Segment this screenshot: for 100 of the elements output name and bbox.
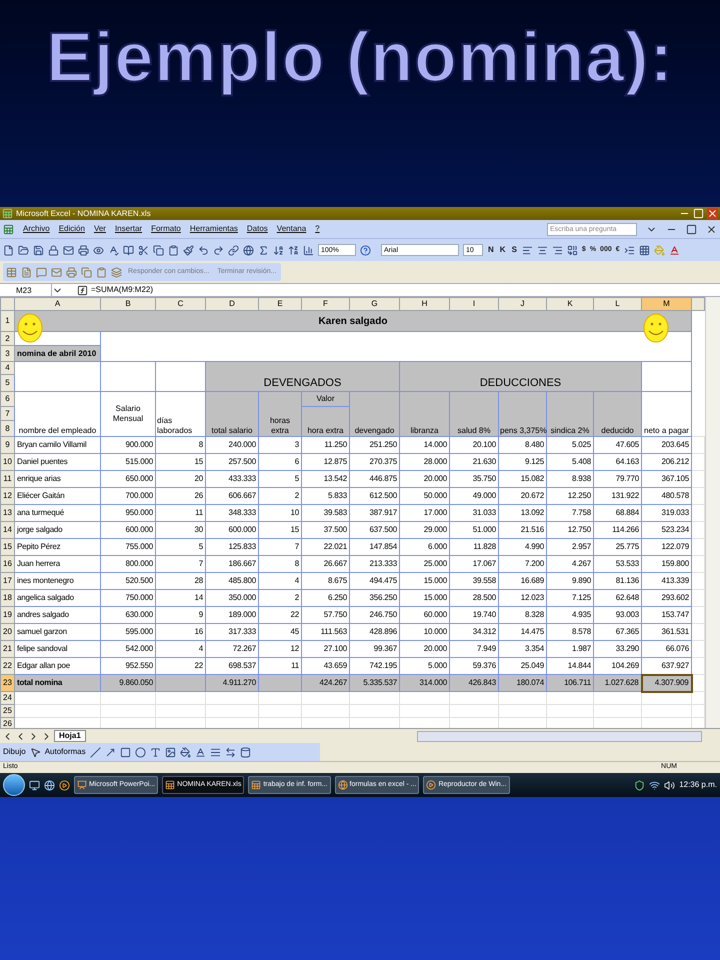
copy-icon[interactable] xyxy=(153,244,164,256)
start-button[interactable] xyxy=(3,774,25,796)
close-icon[interactable] xyxy=(707,208,718,219)
close-icon[interactable] xyxy=(706,224,717,234)
horizontal-scrollbar[interactable] xyxy=(417,730,702,742)
column-header[interactable]: J xyxy=(498,298,546,310)
menu-item[interactable]: Ventana xyxy=(276,223,306,235)
table-cell: 20.672 xyxy=(498,488,546,504)
align-right-icon[interactable] xyxy=(552,244,563,256)
undo-icon[interactable] xyxy=(198,244,209,256)
save-icon[interactable] xyxy=(33,244,44,256)
book-icon[interactable] xyxy=(123,244,134,256)
restore-icon[interactable] xyxy=(686,224,697,234)
redo-icon[interactable] xyxy=(213,244,224,256)
format-button[interactable]: N xyxy=(487,244,495,256)
column-header[interactable]: A xyxy=(14,298,100,310)
column-header[interactable]: F xyxy=(302,298,350,310)
table-cell: enrique arias xyxy=(14,470,100,488)
sort-ascending-icon[interactable] xyxy=(273,244,284,256)
menu-item[interactable]: Formato xyxy=(151,223,181,235)
table-cell: 15.000 xyxy=(400,590,450,606)
layers-icon[interactable] xyxy=(111,266,122,278)
column-header[interactable]: E xyxy=(258,298,302,310)
sigma-icon[interactable] xyxy=(258,244,269,256)
menu-item[interactable]: Herramientas xyxy=(190,223,238,235)
formula-field[interactable]: =SUMA(M9:M22) xyxy=(91,284,154,296)
link-icon[interactable] xyxy=(228,244,239,256)
play-icon[interactable] xyxy=(59,780,70,790)
draw-menu-button[interactable]: Dibujo xyxy=(3,746,26,758)
column-header[interactable]: K xyxy=(546,298,594,310)
image-icon[interactable] xyxy=(164,746,176,758)
column-header[interactable]: L xyxy=(594,298,642,310)
fill-color-icon[interactable] xyxy=(180,746,191,758)
folder-icon[interactable] xyxy=(18,244,29,256)
table-cell: 1.027.628 xyxy=(594,674,642,692)
column-header[interactable]: G xyxy=(350,298,400,310)
row-number: 10 xyxy=(0,454,14,470)
printer-icon[interactable] xyxy=(66,266,77,278)
scissors-icon[interactable] xyxy=(138,244,149,256)
help-icon[interactable] xyxy=(360,244,371,256)
volume-icon[interactable] xyxy=(664,780,676,790)
arrow-style-icon[interactable] xyxy=(224,746,236,758)
menu-item[interactable]: Datos xyxy=(246,223,268,235)
format-button[interactable]: S xyxy=(510,244,518,256)
format-button[interactable]: K xyxy=(498,244,507,256)
menu-item[interactable]: Ver xyxy=(94,223,106,235)
column-header[interactable]: D xyxy=(206,298,258,310)
text-box-icon[interactable] xyxy=(150,746,161,758)
fill-color-icon[interactable] xyxy=(654,244,665,256)
name-box[interactable]: M23 xyxy=(0,284,52,296)
line-style-icon[interactable] xyxy=(210,746,221,758)
paintbrush-icon[interactable] xyxy=(183,244,194,256)
spellcheck-icon[interactable] xyxy=(108,244,119,256)
spreadsheet-icon[interactable] xyxy=(2,208,13,219)
line-icon[interactable] xyxy=(90,746,101,758)
menu-item[interactable]: Insertar xyxy=(114,223,142,235)
borders-icon[interactable] xyxy=(638,244,650,256)
document-icon[interactable] xyxy=(21,266,32,278)
vertical-scrollbar[interactable] xyxy=(705,297,720,728)
cursor-icon[interactable] xyxy=(30,746,41,758)
shield-icon[interactable] xyxy=(634,780,646,790)
sheet-tab[interactable]: Hoja1 xyxy=(54,730,86,742)
new-file-icon[interactable] xyxy=(3,244,14,256)
printer-icon[interactable] xyxy=(78,244,89,256)
mail-icon[interactable] xyxy=(63,244,74,256)
clipboard-icon[interactable] xyxy=(168,244,179,256)
network-icon[interactable] xyxy=(649,780,660,790)
maximize-icon[interactable] xyxy=(693,208,704,219)
row-number: 26 xyxy=(0,718,14,728)
rectangle-icon[interactable] xyxy=(120,746,131,758)
align-left-icon[interactable] xyxy=(522,244,533,256)
autoshapes-menu-button[interactable]: Autoformas xyxy=(44,746,86,758)
table-icon[interactable] xyxy=(6,266,17,278)
desktop-icon[interactable] xyxy=(29,780,40,790)
column-header[interactable]: C xyxy=(156,298,206,310)
copy-icon[interactable] xyxy=(81,266,92,278)
column-header[interactable]: M xyxy=(642,298,692,310)
oval-icon[interactable] xyxy=(134,746,146,758)
function-icon[interactable] xyxy=(77,284,88,296)
clipboard-icon[interactable] xyxy=(96,266,107,278)
indent-icon[interactable] xyxy=(624,244,635,256)
column-header[interactable]: B xyxy=(100,298,156,310)
menu-item[interactable]: ? xyxy=(315,223,320,235)
menu-item[interactable]: Archivo xyxy=(23,223,50,235)
font-color-icon[interactable] xyxy=(194,746,206,758)
arrow-icon[interactable] xyxy=(104,746,116,758)
lock-icon[interactable] xyxy=(48,244,59,256)
column-header[interactable]: I xyxy=(450,298,498,310)
font-color-icon[interactable] xyxy=(668,244,680,256)
sort-descending-icon[interactable] xyxy=(288,244,299,256)
menu-item[interactable]: Edición xyxy=(58,223,85,235)
spreadsheet-icon[interactable] xyxy=(3,224,14,234)
window-title: Microsoft Excel - NOMINA KAREN.xls xyxy=(16,210,151,218)
align-center-icon[interactable] xyxy=(536,244,548,256)
bar-chart-icon[interactable] xyxy=(303,244,314,256)
comment-icon[interactable] xyxy=(36,266,47,278)
mail-icon[interactable] xyxy=(51,266,62,278)
preview-icon[interactable] xyxy=(93,244,104,256)
globe-icon[interactable] xyxy=(243,244,254,256)
column-header[interactable]: H xyxy=(400,298,450,310)
